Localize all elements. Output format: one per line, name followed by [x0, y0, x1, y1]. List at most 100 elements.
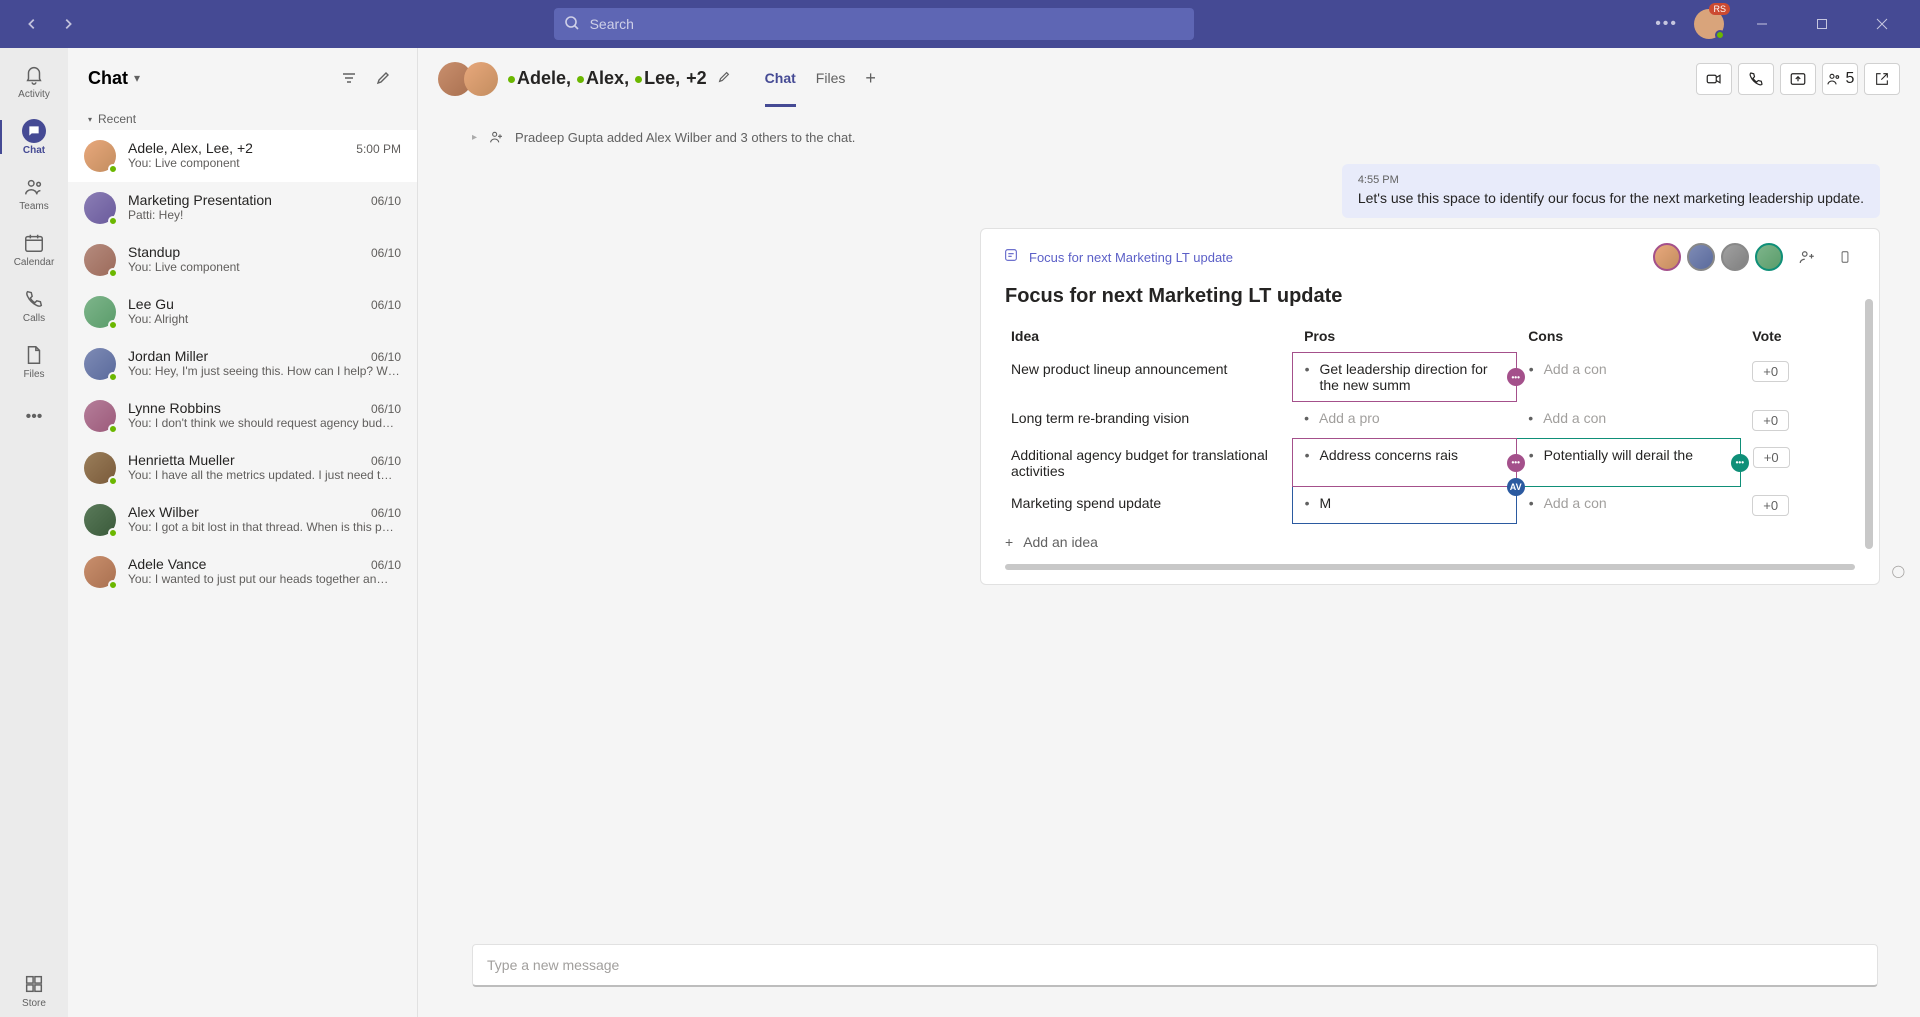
video-call-button[interactable]	[1696, 63, 1732, 95]
chat-list-item[interactable]: Adele, Alex, Lee, +25:00 PM You: Live co…	[68, 130, 417, 182]
rail-activity[interactable]: Activity	[0, 54, 68, 108]
filter-button[interactable]	[335, 64, 363, 92]
idea-cell[interactable]: New product lineup announcement	[999, 353, 1292, 402]
share-component-button[interactable]	[1793, 243, 1821, 271]
chat-list-item[interactable]: Lynne Robbins06/10 You: I don't think we…	[68, 390, 417, 442]
rail-more[interactable]: •••	[0, 390, 68, 444]
rail-calls[interactable]: Calls	[0, 278, 68, 332]
col-pros: Pros	[1292, 320, 1516, 353]
header-actions: 5	[1696, 63, 1900, 95]
chat-list-item[interactable]: Jordan Miller06/10 You: Hey, I'm just se…	[68, 338, 417, 390]
component-scrollbar-thumb[interactable]	[1865, 299, 1873, 549]
idea-cell[interactable]: Additional agency budget for translation…	[999, 439, 1292, 487]
idea-cell[interactable]: Long term re-branding vision	[999, 402, 1292, 439]
collaborator-avatar[interactable]	[1653, 243, 1681, 271]
idea-cell[interactable]: Marketing spend update	[999, 487, 1292, 524]
collaborator-avatar[interactable]	[1687, 243, 1715, 271]
message-input[interactable]: Type a new message	[472, 944, 1878, 987]
app-rail: Activity Chat Teams Calendar Calls Files…	[0, 48, 68, 1017]
participants-count: 5	[1846, 70, 1855, 88]
maximize-button[interactable]	[1800, 8, 1844, 40]
collaborator-avatars	[1653, 243, 1783, 271]
col-idea: Idea	[999, 320, 1292, 353]
chat-list-item[interactable]: Lee Gu06/10 You: Alright	[68, 286, 417, 338]
vote-button[interactable]: +0	[1752, 361, 1789, 382]
user-avatar[interactable]: RS	[1694, 9, 1724, 39]
message-bubble[interactable]: 4:55 PM Let's use this space to identify…	[1342, 164, 1880, 218]
chat-avatar	[84, 348, 116, 380]
presence-available-icon	[108, 476, 118, 486]
close-window-button[interactable]	[1860, 8, 1904, 40]
chat-avatar	[84, 192, 116, 224]
chat-list-item[interactable]: Henrietta Mueller06/10 You: I have all t…	[68, 442, 417, 494]
group-avatar-front	[464, 62, 498, 96]
chat-item-title: Lynne Robbins	[128, 400, 221, 416]
vote-button[interactable]: +0	[1753, 447, 1790, 468]
presence-dot-icon	[635, 76, 642, 83]
person-add-icon	[487, 128, 505, 146]
con-cell[interactable]: •Add a con	[1516, 402, 1740, 439]
chat-list-item[interactable]: Alex Wilber06/10 You: I got a bit lost i…	[68, 494, 417, 546]
edit-name-button[interactable]	[717, 70, 731, 87]
settings-more-icon[interactable]: •••	[1655, 15, 1678, 33]
tab-files[interactable]: Files	[816, 50, 846, 107]
back-button[interactable]	[16, 8, 48, 40]
tab-chat[interactable]: Chat	[765, 50, 796, 107]
minimize-button[interactable]	[1740, 8, 1784, 40]
chat-avatar	[84, 556, 116, 588]
pro-cell[interactable]: •Get leadership direction for the new su…	[1292, 353, 1516, 402]
chat-list-item[interactable]: Adele Vance06/10 You: I wanted to just p…	[68, 546, 417, 598]
con-cell[interactable]: •Add a con	[1516, 487, 1740, 524]
calendar-icon	[22, 231, 46, 255]
component-header: Focus for next Marketing LT update	[981, 229, 1879, 279]
table-row: Marketing spend update •MAV •Add a con +…	[999, 487, 1861, 524]
rail-store[interactable]: Store	[0, 963, 68, 1017]
chat-avatar	[84, 244, 116, 276]
component-expand-button[interactable]	[1831, 243, 1859, 271]
section-label-text: Recent	[98, 112, 136, 126]
forward-button[interactable]	[52, 8, 84, 40]
vote-button[interactable]: +0	[1752, 410, 1789, 431]
share-screen-button[interactable]	[1780, 63, 1816, 95]
component-title[interactable]: Focus for next Marketing LT update	[981, 279, 1879, 320]
message-text: Let's use this space to identify our foc…	[1358, 190, 1864, 206]
chat-item-time: 06/10	[371, 402, 401, 416]
participants-button[interactable]: 5	[1822, 63, 1858, 95]
rail-label: Files	[23, 369, 44, 380]
chat-item-preview: You: Live component	[128, 156, 401, 170]
plus-icon: +	[1005, 534, 1013, 550]
chat-list-item[interactable]: Marketing Presentation06/10 Patti: Hey!	[68, 182, 417, 234]
chat-list-item[interactable]: Standup06/10 You: Live component	[68, 234, 417, 286]
add-idea-button[interactable]: + Add an idea	[981, 524, 1879, 550]
section-recent[interactable]: ▾ Recent	[68, 108, 417, 130]
new-chat-button[interactable]	[369, 64, 397, 92]
rail-chat[interactable]: Chat	[0, 110, 68, 164]
chevron-down-icon[interactable]: ▾	[134, 71, 140, 85]
system-message-text: Pradeep Gupta added Alex Wilber and 3 ot…	[515, 130, 855, 145]
vote-button[interactable]: +0	[1752, 495, 1789, 516]
phone-icon	[22, 287, 46, 311]
add-tab-button[interactable]: +	[865, 68, 876, 89]
pro-cell[interactable]: •Address concerns rais•••	[1292, 439, 1516, 487]
popout-button[interactable]	[1864, 63, 1900, 95]
avatar-initials: RS	[1709, 3, 1730, 15]
collaborator-avatar[interactable]	[1755, 243, 1783, 271]
rail-teams[interactable]: Teams	[0, 166, 68, 220]
expand-caret-icon[interactable]: ▸	[472, 132, 477, 143]
chat-list-title: Chat	[88, 68, 128, 89]
component-link[interactable]: Focus for next Marketing LT update	[1029, 250, 1233, 265]
search-input[interactable]	[554, 8, 1194, 40]
rail-calendar[interactable]: Calendar	[0, 222, 68, 276]
presence-dot-icon	[577, 76, 584, 83]
vote-cell: +0	[1740, 353, 1861, 402]
presence-available-icon	[108, 320, 118, 330]
pro-cell[interactable]: •Add a pro	[1292, 402, 1516, 439]
collaborator-avatar[interactable]	[1721, 243, 1749, 271]
rail-files[interactable]: Files	[0, 334, 68, 388]
audio-call-button[interactable]	[1738, 63, 1774, 95]
pro-cell[interactable]: •MAV	[1292, 487, 1516, 524]
col-cons: Cons	[1516, 320, 1740, 353]
con-cell[interactable]: •Potentially will derail the•••	[1516, 439, 1740, 487]
component-hscroll[interactable]	[1005, 564, 1855, 570]
con-cell[interactable]: •Add a con	[1516, 353, 1740, 402]
